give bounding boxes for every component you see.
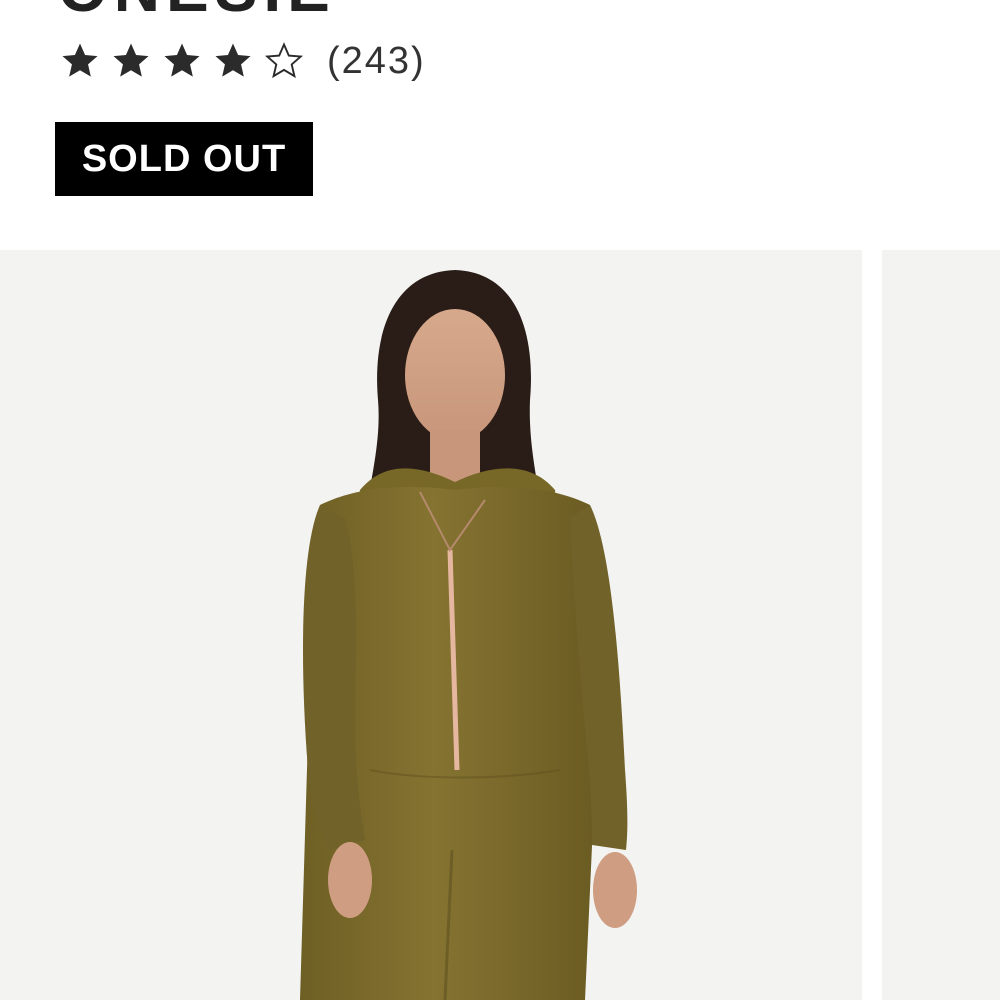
star-filled-icon [62,43,98,77]
product-rating[interactable]: (243) [58,38,426,84]
star-filled-icon [164,43,200,77]
star-filled-icon [215,43,251,77]
product-image-gallery[interactable] [0,250,1000,1000]
star-empty-icon [264,42,304,79]
product-title: ONESIE [58,0,336,26]
model-photo [0,250,862,1000]
product-image-next[interactable] [882,250,1000,1000]
star-filled-icon [113,43,149,77]
review-count[interactable]: (243) [327,40,426,83]
sold-out-badge: SOLD OUT [55,122,313,196]
product-image-main[interactable] [0,250,862,1000]
product-page: ONESIE (243) SOLD OUT [0,0,1000,1000]
